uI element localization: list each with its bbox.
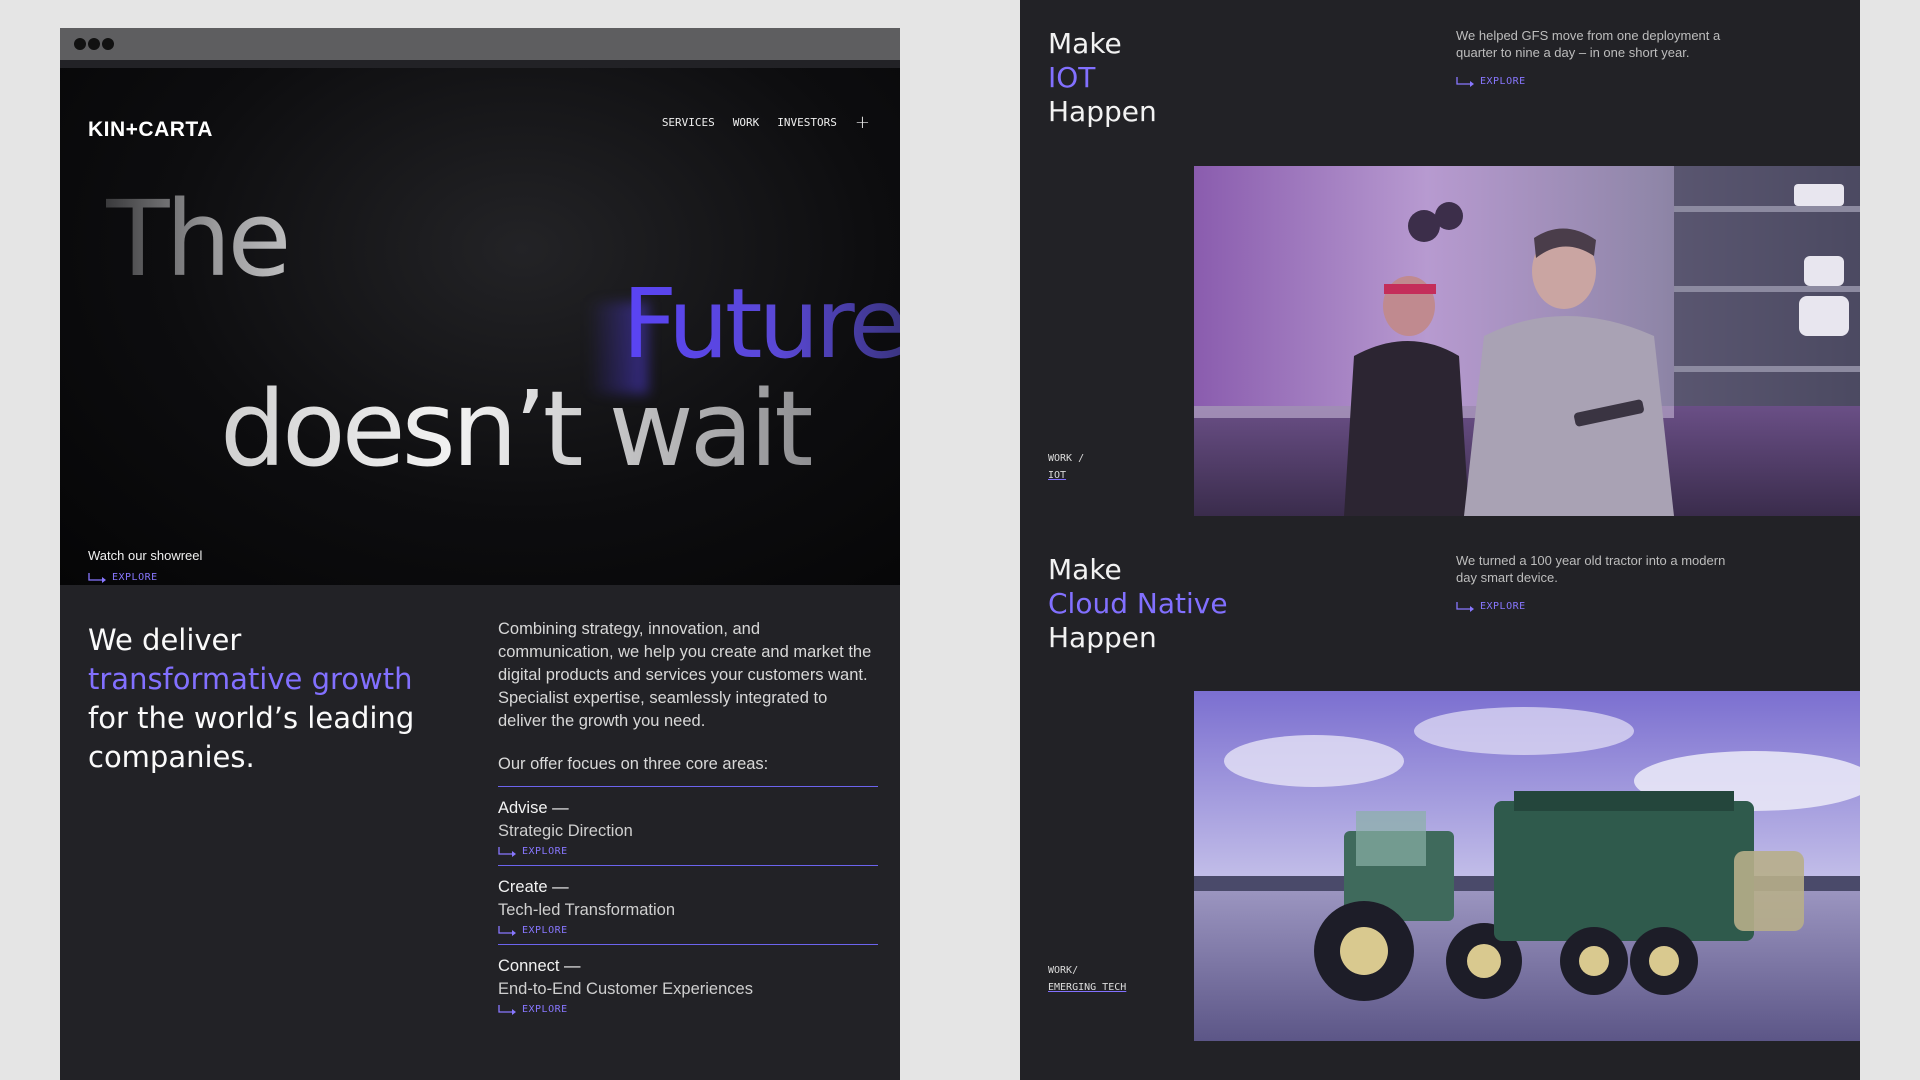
offer-title: Create — [498, 878, 569, 896]
intro-copy: Combining strategy, innovation, and comm… [498, 618, 878, 1023]
title-happen: Happen [1048, 95, 1157, 128]
title-happen: Happen [1048, 621, 1157, 654]
offer-explore-link[interactable]: EXPLORE [498, 1004, 878, 1015]
nav-item-services[interactable]: SERVICES [662, 116, 715, 129]
title-make: Make [1048, 553, 1122, 586]
browser-chrome [60, 28, 900, 60]
intro-heading: We deliver transformative growth for the… [88, 621, 458, 777]
nav-item-work[interactable]: WORK [733, 116, 760, 129]
arrow-corner-icon [498, 925, 516, 936]
offer-title: Advise — [498, 799, 569, 817]
explore-label: EXPLORE [1480, 76, 1526, 87]
desc-text: We turned a 100 year old tractor into a … [1456, 553, 1726, 585]
showreel-label: Watch our showreel [88, 548, 203, 563]
offer-item-connect: Connect — End-to-End Customer Experience… [498, 944, 878, 1023]
title-accent: Cloud Native [1048, 587, 1228, 620]
title-make: Make [1048, 27, 1122, 60]
hero-word-future: Future [622, 268, 900, 380]
kitchen-photo [1194, 166, 1860, 516]
intro-heading-text: We deliver [88, 623, 242, 657]
nav-item-investors[interactable]: INVESTORS [777, 116, 837, 129]
hero-word-doesnt-wait: doesn’t wait [220, 368, 815, 490]
breadcrumb-iot-link[interactable]: IOT [1048, 470, 1066, 481]
intro-heading-accent: transformative growth [88, 662, 413, 696]
explore-label: EXPLORE [112, 572, 158, 583]
arrow-corner-icon [498, 846, 516, 857]
section-desc-iot: We helped GFS move from one deployment a… [1456, 27, 1746, 90]
offer-intro: Our offer focues on three core areas: [498, 755, 769, 773]
showreel-explore-link[interactable]: EXPLORE [88, 572, 158, 583]
explore-label: EXPLORE [1480, 601, 1526, 612]
browser-window: KIN+CARTA SERVICES WORK INVESTORS + The … [60, 28, 900, 1080]
offer-item-create: Create — Tech-led Transformation EXPLORE [498, 865, 878, 944]
explore-label: EXPLORE [522, 1004, 568, 1015]
title-accent: IOT [1048, 61, 1096, 94]
intro-heading-text: for the world’s leading companies. [88, 701, 415, 774]
offer-title: Connect — [498, 957, 581, 975]
offer-subtitle: Strategic Direction [498, 822, 633, 840]
window-dot-icon [88, 38, 100, 50]
hero-word-the: The [106, 178, 291, 300]
kitchen-image [1194, 166, 1860, 516]
window-dot-icon [102, 38, 114, 50]
desc-text: We helped GFS move from one deployment a… [1456, 28, 1721, 60]
breadcrumb-iot: WORK / IOT [1048, 450, 1084, 484]
breadcrumb-emerging-tech: WORK/ EMERGING TECH [1048, 962, 1126, 996]
explore-label: EXPLORE [522, 925, 568, 936]
offer-subtitle: End-to-End Customer Experiences [498, 980, 753, 998]
offer-item-advise: Advise — Strategic Direction EXPLORE [498, 786, 878, 865]
hero: KIN+CARTA SERVICES WORK INVESTORS + The … [60, 68, 900, 585]
nav-plus-icon[interactable]: + [855, 114, 870, 132]
breadcrumb-work[interactable]: WORK/ [1048, 962, 1126, 979]
iot-explore-link[interactable]: EXPLORE [1456, 73, 1746, 90]
offer-explore-link[interactable]: EXPLORE [498, 925, 878, 936]
tractor-image [1194, 691, 1860, 1041]
main-nav: SERVICES WORK INVESTORS + [662, 114, 870, 132]
window-dot-icon [74, 38, 86, 50]
explore-label: EXPLORE [522, 846, 568, 857]
section-desc-cloud-native: We turned a 100 year old tractor into a … [1456, 552, 1746, 615]
breadcrumb-work[interactable]: WORK / [1048, 450, 1084, 467]
tractor-photo [1194, 691, 1860, 1041]
section-title-cloud-native: Make Cloud Native Happen [1048, 553, 1228, 655]
cloud-explore-link[interactable]: EXPLORE [1456, 598, 1746, 615]
arrow-corner-icon [1456, 601, 1474, 612]
section-title-iot: Make IOT Happen [1048, 27, 1157, 129]
breadcrumb-emerging-tech-link[interactable]: EMERGING TECH [1048, 982, 1126, 993]
intro-body: Combining strategy, innovation, and comm… [498, 620, 872, 730]
work-page: Make IOT Happen We helped GFS move from … [1020, 0, 1860, 1080]
arrow-corner-icon [1456, 76, 1474, 87]
offer-subtitle: Tech-led Transformation [498, 901, 675, 919]
logo[interactable]: KIN+CARTA [88, 118, 213, 142]
arrow-corner-icon [88, 572, 106, 583]
offer-explore-link[interactable]: EXPLORE [498, 846, 878, 857]
arrow-corner-icon [498, 1004, 516, 1015]
